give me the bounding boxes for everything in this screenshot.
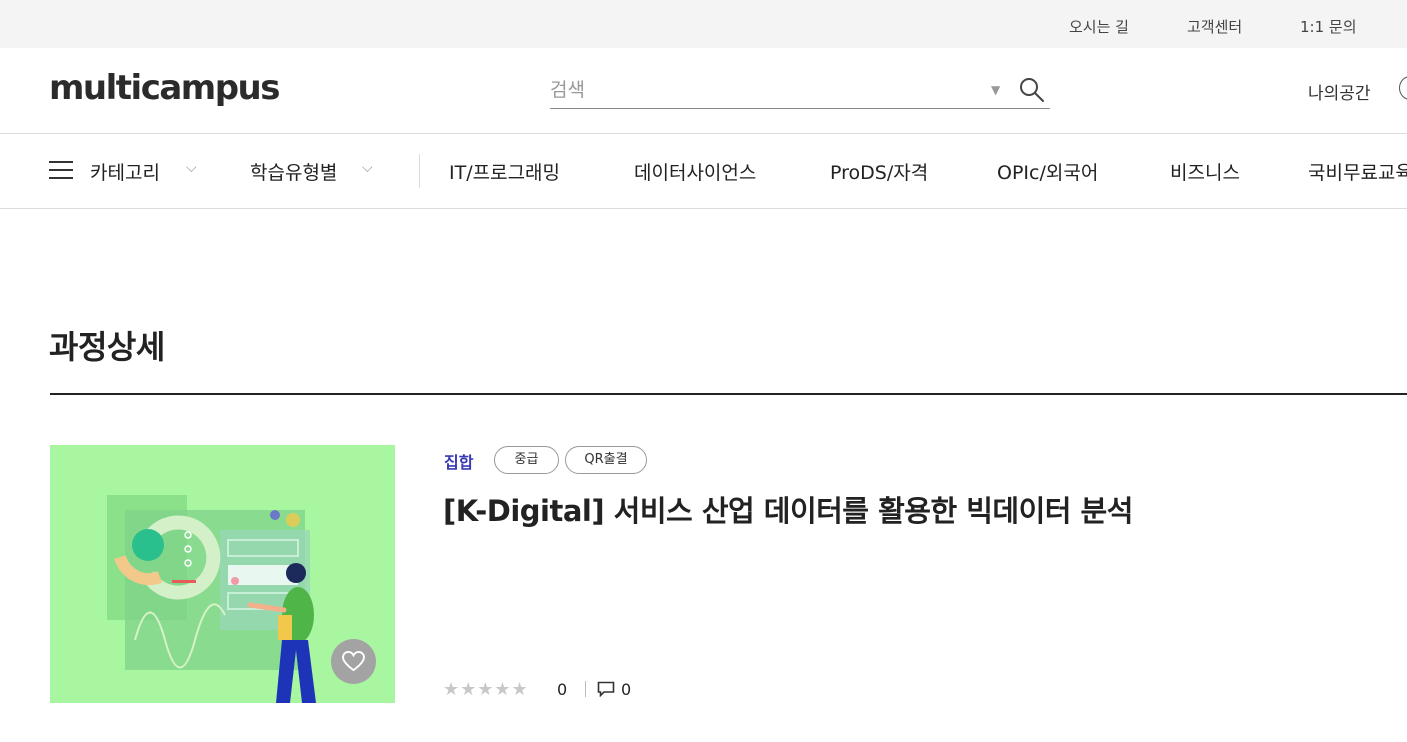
comment-icon	[597, 681, 615, 697]
nav-item-free-education[interactable]: 국비무료교육	[1308, 158, 1407, 185]
wishlist-button[interactable]	[331, 639, 376, 684]
nav-learning-type[interactable]: 학습유형별	[250, 158, 337, 185]
nav-item-opic-language[interactable]: OPIc/외국어	[997, 158, 1098, 185]
util-link-directions[interactable]: 오시는 길	[1069, 16, 1129, 37]
title-divider	[50, 393, 1407, 395]
heart-icon	[342, 651, 365, 672]
rating-count: 0	[557, 680, 568, 699]
nav-item-it-programming[interactable]: IT/프로그래밍	[449, 158, 560, 185]
nav-item-prods-cert[interactable]: ProDS/자격	[830, 158, 928, 185]
util-link-inquiry[interactable]: 1:1 문의	[1300, 16, 1357, 37]
nav-item-data-science[interactable]: 데이터사이언스	[634, 158, 756, 185]
search-icon[interactable]	[1018, 76, 1046, 104]
comment-count: 0	[621, 680, 632, 699]
user-icon[interactable]	[1399, 76, 1407, 100]
qr-attendance-chip: QR출결	[565, 446, 647, 474]
header: multicampus ▼ 나의공간	[0, 48, 1407, 134]
rating-separator	[585, 681, 586, 697]
star-rating-icon: ★★★★★	[443, 679, 529, 700]
nav-item-business[interactable]: 비즈니스	[1170, 158, 1240, 185]
search-dropdown-caret-icon[interactable]: ▼	[991, 83, 1000, 97]
page-title: 과정상세	[49, 328, 165, 366]
chevron-down-icon[interactable]: ⌵	[362, 160, 373, 176]
my-space-link[interactable]: 나의공간	[1308, 79, 1371, 104]
search-bar: ▼	[550, 72, 1050, 109]
course-type-label: 집합	[444, 453, 474, 472]
utility-bar: 오시는 길 고객센터 1:1 문의	[0, 0, 1407, 48]
search-input[interactable]	[550, 78, 980, 102]
nav-divider	[419, 154, 420, 188]
hamburger-menu-icon[interactable]	[49, 161, 73, 181]
site-logo[interactable]: multicampus	[49, 68, 281, 108]
nav-category[interactable]: 카테고리	[90, 158, 160, 185]
course-title: [K-Digital] 서비스 산업 데이터를 활용한 빅데이터 분석	[443, 494, 1133, 528]
chevron-down-icon[interactable]: ⌵	[186, 160, 197, 176]
level-chip: 중급	[494, 446, 559, 474]
util-link-customer-center[interactable]: 고객센터	[1187, 16, 1242, 37]
main-nav: 카테고리 ⌵ 학습유형별 ⌵ IT/프로그래밍 데이터사이언스 ProDS/자격…	[0, 134, 1407, 209]
